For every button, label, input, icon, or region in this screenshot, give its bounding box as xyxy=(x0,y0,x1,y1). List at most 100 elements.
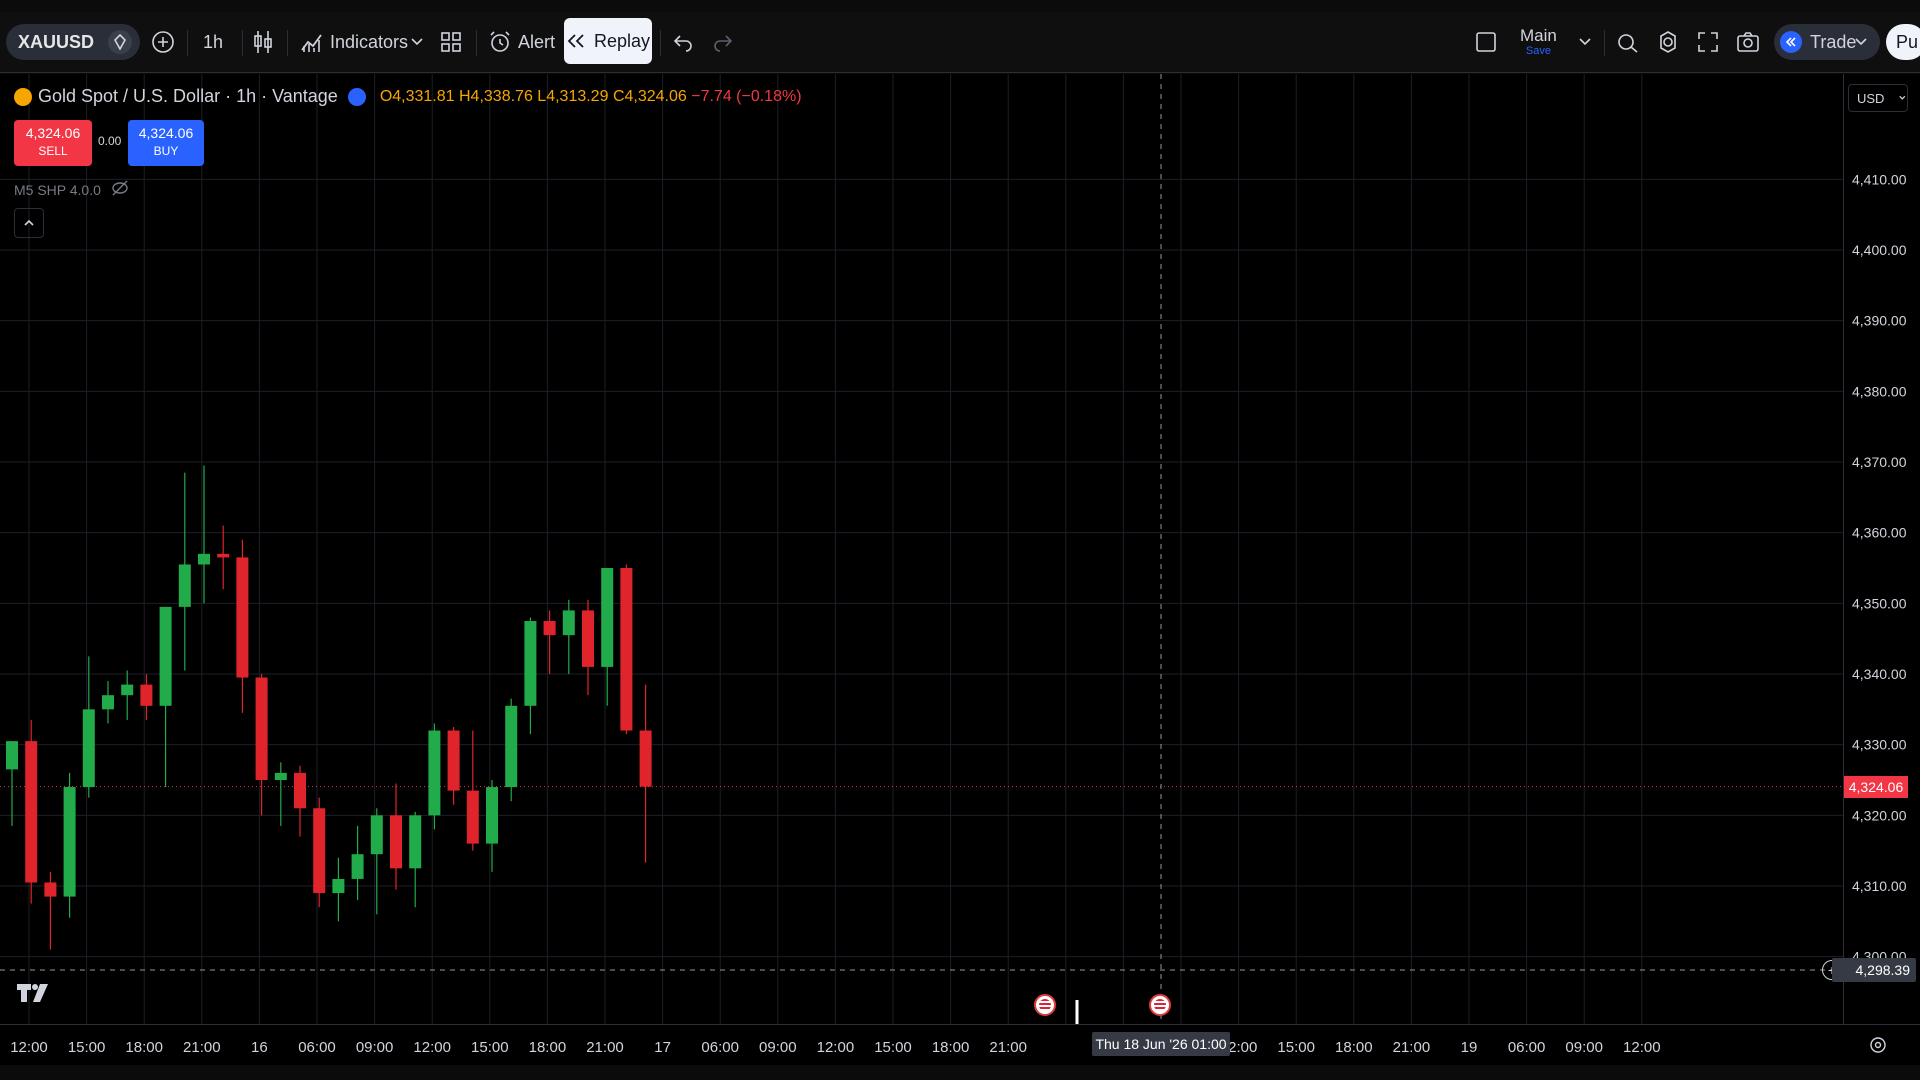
alert-button[interactable]: Alert xyxy=(488,12,555,72)
candlestick-chart[interactable] xyxy=(0,74,1843,1024)
chevron-down-icon xyxy=(1899,95,1906,100)
crosshair-price-label: 4,298.39 xyxy=(1832,958,1916,982)
us-flag-event-icon[interactable] xyxy=(1034,994,1056,1016)
legend-title: Gold Spot / U.S. Dollar · 1h · Vantage xyxy=(38,86,338,106)
change-value: −7.74 (−0.18%) xyxy=(691,87,802,105)
price-tick-label: 4,360.00 xyxy=(1852,525,1907,541)
camera-icon[interactable] xyxy=(1736,12,1760,72)
rewind-icon xyxy=(567,34,584,48)
price-axis-labels: 4,400.00 4,390.00 4,380.00 4,370.00 4,360.00… xyxy=(1852,171,1907,964)
compare-icon[interactable] xyxy=(150,12,176,72)
chevron-down-icon[interactable] xyxy=(410,12,424,72)
time-tick-label: 18:00 xyxy=(529,1039,567,1056)
candle-body xyxy=(601,568,614,667)
time-tick-label: 06:00 xyxy=(701,1039,739,1056)
price-tick-label: 4,380.00 xyxy=(1852,383,1907,399)
time-tick-label: 21:00 xyxy=(989,1039,1027,1056)
collapse-legend-button[interactable] xyxy=(14,208,44,238)
open-value: O4,331.81 xyxy=(379,87,455,105)
indicator-name: M5 SHP 4.0.0 xyxy=(14,181,101,198)
candle-body xyxy=(447,730,460,791)
crosshair-time-label: Thu 18 Jun '26 01:00 xyxy=(1092,1032,1230,1056)
gold-coin-icon xyxy=(14,87,32,106)
currency-label: USD xyxy=(1857,90,1885,106)
currency-selector[interactable]: USD xyxy=(1848,84,1908,112)
time-tick-label: 21:00 xyxy=(183,1039,221,1056)
candle-body xyxy=(390,815,402,869)
replay-badge-icon xyxy=(347,87,366,106)
redo-icon[interactable] xyxy=(712,12,734,72)
publish-label: Pu xyxy=(1896,31,1919,52)
time-tick-label: 09:00 xyxy=(356,1039,394,1056)
indicators-button[interactable]: Indicators xyxy=(300,12,408,72)
chevron-up-icon xyxy=(24,219,34,226)
layout-square-icon[interactable] xyxy=(1474,12,1498,72)
alarm-clock-icon xyxy=(490,31,510,52)
candle-body xyxy=(44,882,57,897)
candle-body xyxy=(351,854,364,879)
candle-body xyxy=(140,684,153,706)
price-tick-label: 4,390.00 xyxy=(1852,313,1907,329)
interval-button[interactable]: 1h xyxy=(203,12,223,72)
time-tick-label: 15:00 xyxy=(68,1039,106,1056)
candle-body xyxy=(82,709,95,788)
time-tick-label: 16 xyxy=(251,1039,268,1056)
price-tick-label: 4,330.00 xyxy=(1852,737,1907,753)
divider xyxy=(287,30,288,56)
candle-body xyxy=(562,610,575,636)
time-tick-label: 06:00 xyxy=(1508,1039,1546,1056)
candle-body xyxy=(332,878,345,894)
candle-body xyxy=(217,553,230,558)
chevron-down-icon[interactable] xyxy=(1578,12,1592,72)
sell-button[interactable]: 4,324.06 SELL xyxy=(14,120,92,166)
candle-body xyxy=(370,815,383,855)
sell-price: 4,324.06 xyxy=(25,125,81,141)
buy-price: 4,324.06 xyxy=(138,125,194,141)
fullscreen-icon[interactable] xyxy=(1696,12,1720,72)
spread-value: 0.00 xyxy=(98,134,122,148)
divider xyxy=(242,30,243,56)
pin-icon[interactable] xyxy=(108,30,132,54)
candle-body xyxy=(620,568,633,731)
top-toolbar: XAUUSD 1h Indicators Alert Replay Main S… xyxy=(0,12,1920,73)
candle-body xyxy=(639,730,652,787)
us-flag-event-icon[interactable] xyxy=(1149,994,1171,1016)
candle-body xyxy=(274,772,287,780)
candle-body xyxy=(255,677,268,780)
time-tick-label: 15:00 xyxy=(1277,1039,1315,1056)
undo-icon[interactable] xyxy=(672,12,694,72)
candle-body xyxy=(294,772,306,809)
time-axis[interactable]: 12:00 15:00 18:00 21:00 16 06:00 09:00 12:00 15:… xyxy=(0,1024,1920,1065)
candle-body xyxy=(102,695,114,710)
axis-settings-icon[interactable] xyxy=(1868,1035,1888,1060)
candle-body xyxy=(524,621,537,706)
replay-label: Replay xyxy=(593,30,651,51)
interval-label: 1h xyxy=(203,31,224,52)
tradingview-logo[interactable] xyxy=(16,980,50,1011)
time-tick-label: 18:00 xyxy=(932,1039,970,1056)
publish-button[interactable]: Pu xyxy=(1886,24,1920,60)
settings-gear-icon[interactable] xyxy=(1656,12,1680,72)
chevron-down-icon[interactable] xyxy=(1854,12,1868,72)
replay-button[interactable]: Replay xyxy=(564,18,652,64)
eye-hidden-icon[interactable] xyxy=(111,180,129,199)
indicator-legend[interactable]: M5 SHP 4.0.0 xyxy=(14,180,129,199)
candle-type-icon[interactable] xyxy=(252,12,274,72)
layout-button[interactable]: Main Save xyxy=(1520,12,1557,72)
symbol-search[interactable]: XAUUSD xyxy=(6,24,140,60)
high-value: H4,338.76 xyxy=(459,87,533,105)
candle-body xyxy=(63,787,76,897)
candle-body xyxy=(6,741,18,770)
candle-body xyxy=(582,610,594,667)
quick-search-icon[interactable] xyxy=(1616,12,1640,72)
close-value: C4,324.06 xyxy=(612,87,687,105)
buy-button[interactable]: 4,324.06 BUY xyxy=(128,120,204,166)
broker-icon xyxy=(1780,31,1802,53)
templates-grid-icon[interactable] xyxy=(440,12,462,72)
time-tick-label: 18:00 xyxy=(125,1039,163,1056)
chart-pane[interactable] xyxy=(0,74,1843,1024)
time-axis-labels: 12:00 15:00 18:00 21:00 16 06:00 09:00 12:00 15:… xyxy=(10,1039,1660,1056)
time-tick-label: 09:00 xyxy=(759,1039,797,1056)
price-tick-label: 4,410.00 xyxy=(1852,171,1907,187)
price-axis[interactable]: 4,400.00 4,390.00 4,380.00 4,370.00 4,360.00… xyxy=(1843,74,1920,1024)
